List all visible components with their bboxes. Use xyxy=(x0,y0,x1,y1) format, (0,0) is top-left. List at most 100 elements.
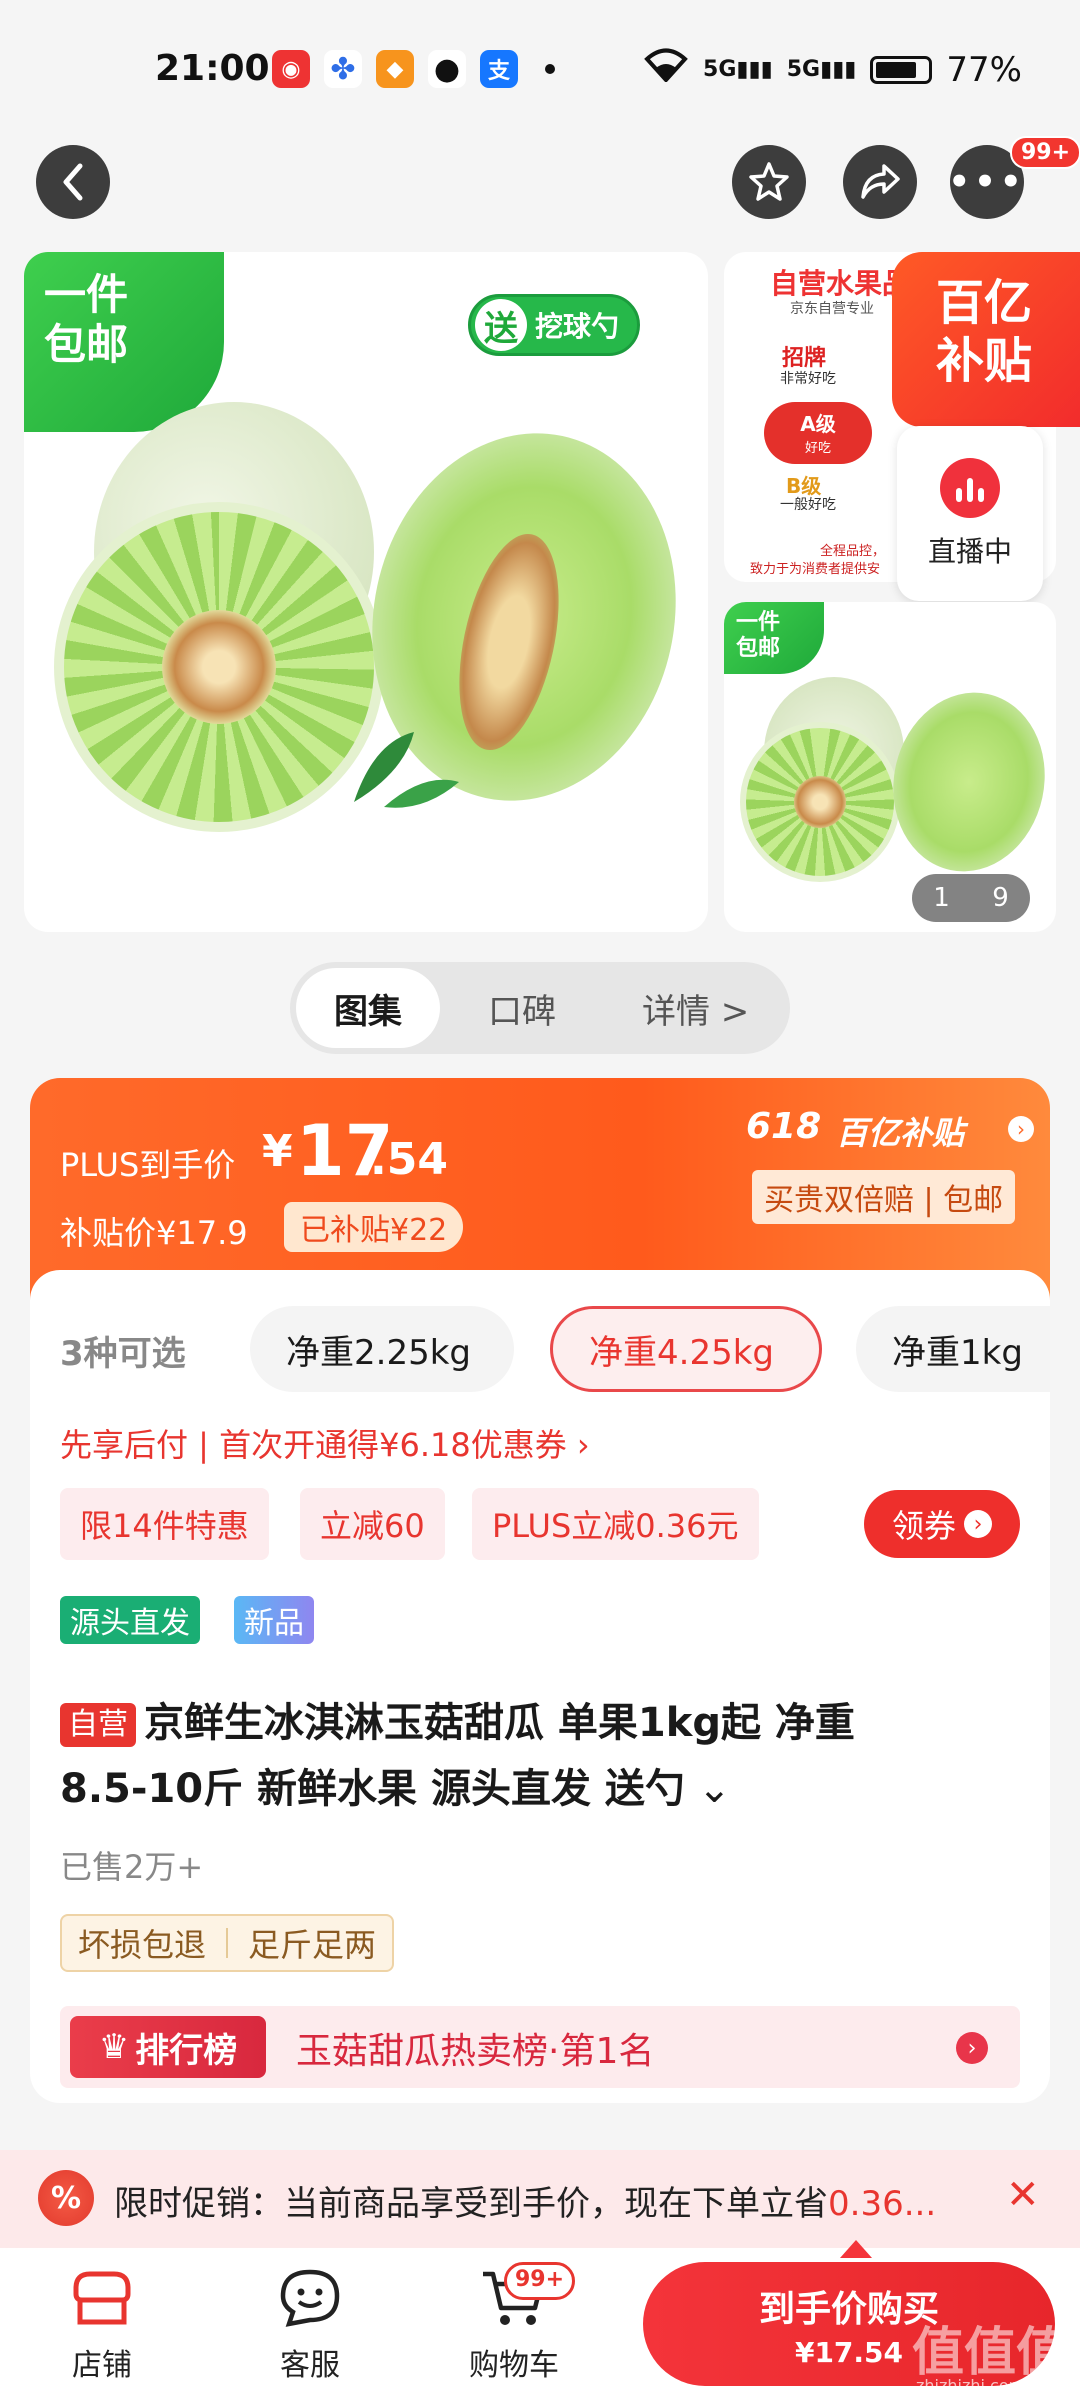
free-shipping-line1: 一件 xyxy=(44,270,129,319)
options-count: 3种可选 xyxy=(60,1334,186,1374)
gift-badge: 送 挖球勺 xyxy=(468,294,641,356)
gift-badge-text: 挖球勺 xyxy=(535,310,620,343)
signal-5g-2: 5G▮▮▮ xyxy=(786,57,857,82)
thumbnail-shipping-tag: 一件 包邮 xyxy=(724,602,824,674)
promo-bar-prefix: 限时促销：当前商品享受到手价，现在下单立省 xyxy=(114,2184,828,2224)
shop-icon xyxy=(73,2271,131,2325)
thumbnail-tag-line2: 包邮 xyxy=(736,636,781,661)
app-orange-icon: ◆ xyxy=(376,50,414,88)
cart-badge: 99+ xyxy=(504,2262,576,2300)
service-divider xyxy=(226,1928,229,1958)
grade-3-sub: 一般好吃 xyxy=(780,497,836,513)
ranking-label: 排行榜 xyxy=(135,2030,238,2071)
wifi-icon xyxy=(643,48,689,91)
buy-price: ¥17.54 xyxy=(794,2335,904,2369)
ranking-text: 玉菇甜瓜热卖榜·第1名 xyxy=(296,2031,655,2072)
chevron-right-icon: › xyxy=(964,1510,992,1538)
pay-later-link[interactable]: 先享后付 | 首次开通得¥6.18优惠券 › xyxy=(60,1420,590,1466)
service-return: 坏损包退 xyxy=(78,1926,207,1964)
option-4-25kg[interactable]: 净重4.25kg xyxy=(550,1306,822,1392)
option-1kg[interactable]: 净重1kg xyxy=(856,1306,1050,1392)
status-time: 21:00 xyxy=(155,48,270,89)
wechat-icon: ● xyxy=(428,50,466,88)
free-shipping-tag: 一件 包邮 xyxy=(24,252,224,432)
chat-icon xyxy=(280,2269,340,2327)
promo-discount[interactable]: 立减60 xyxy=(300,1488,445,1560)
shop-button[interactable]: 店铺 xyxy=(32,2268,172,2384)
subsidized-badge: 已补贴¥22 xyxy=(284,1202,464,1252)
self-run-badge: 自营 xyxy=(60,1703,136,1747)
guarantee-badge: 买贵双倍赔 | 包邮 xyxy=(752,1170,1016,1224)
gift-badge-char: 送 xyxy=(475,299,527,351)
message-badge: 99+ xyxy=(1010,136,1080,169)
grade-footer-1: 全程品控， xyxy=(820,544,886,559)
promo-bar-text: 限时促销：当前商品享受到手价，现在下单立省0.36... xyxy=(114,2176,936,2225)
share-icon xyxy=(861,164,900,199)
product-title: 自营 京鲜生冰淇淋玉菇甜瓜 单果1kg起 净重 8.5-10斤 新鲜水果 源头直发… xyxy=(60,1690,1046,1822)
grade-2: A级 xyxy=(800,412,836,436)
star-icon xyxy=(749,162,789,201)
notification-dot xyxy=(545,64,555,74)
trophy-icon: ♛ xyxy=(98,2027,130,2067)
status-right: 5G▮▮▮ 5G▮▮▮ 77% xyxy=(643,48,1022,91)
subsidy-line1: 百亿 xyxy=(936,275,1033,331)
tag-source: 源头直发 xyxy=(60,1596,200,1644)
grade-subtitle: 京东自营专业 xyxy=(790,301,874,317)
watermark-domain: zhizhizhi.com xyxy=(916,2376,1025,2395)
price-currency: ¥ xyxy=(262,1126,293,1177)
battery-percent: 77% xyxy=(946,49,1022,90)
chevron-right-icon[interactable]: › xyxy=(1008,1116,1034,1142)
discount-icon: % xyxy=(38,2170,94,2226)
service-weight: 足斤足两 xyxy=(248,1926,377,1964)
thumbnail-tag-line1: 一件 xyxy=(736,610,781,635)
share-button[interactable] xyxy=(843,145,917,219)
service-label: 客服 xyxy=(280,2348,340,2383)
watermark-logo: 值值值 xyxy=(912,2323,1069,2383)
option-2-25kg[interactable]: 净重2.25kg xyxy=(250,1306,514,1392)
title-line1: 京鲜生冰淇淋玉菇甜瓜 单果1kg起 净重 xyxy=(144,1700,855,1746)
shop-label: 店铺 xyxy=(72,2348,132,2383)
customer-service-button[interactable]: 客服 xyxy=(240,2268,380,2384)
tab-reviews[interactable]: 口碑 xyxy=(488,968,556,1048)
baidu-icon: ✤ xyxy=(324,50,362,88)
coupon-button[interactable]: 领券 › xyxy=(864,1490,1020,1558)
melon-seeds xyxy=(162,610,276,724)
jd-icon: ◉ xyxy=(272,50,310,88)
chevron-right-icon[interactable]: › xyxy=(956,2032,988,2064)
cart-label: 购物车 xyxy=(469,2348,559,2383)
mint-leaf-icon xyxy=(344,722,464,812)
grade-footer-2: 致力于为消费者提供安 xyxy=(750,562,881,577)
event-brand: 百亿补贴 xyxy=(836,1114,965,1152)
back-button[interactable] xyxy=(36,145,110,219)
subsidy-line2: 补贴 xyxy=(936,333,1033,389)
favorite-button[interactable] xyxy=(732,145,806,219)
chevron-left-icon xyxy=(63,163,83,201)
thumbnail-melon[interactable]: 一件 包邮 1 9 xyxy=(724,602,1056,932)
promo-limited[interactable]: 限14件特惠 xyxy=(60,1488,269,1560)
subsidy-badge: 百亿 补贴 xyxy=(892,252,1080,427)
chevron-down-icon[interactable]: ⌄ xyxy=(685,1766,732,1812)
ranking-badge: ♛ 排行榜 xyxy=(70,2016,266,2078)
promo-bar-highlight: 0.36... xyxy=(828,2184,937,2224)
more-icon: ••• xyxy=(948,162,1026,202)
close-icon[interactable]: ✕ xyxy=(1006,2172,1040,2218)
price-decimal: .54 xyxy=(370,1134,448,1185)
grade-title: 自营水果品 xyxy=(770,267,911,300)
tag-new: 新品 xyxy=(234,1596,314,1644)
promo-plus[interactable]: PLUS立减0.36元 xyxy=(472,1488,759,1560)
live-button[interactable]: 直播中 xyxy=(897,426,1043,601)
page-total: 9 xyxy=(992,883,1009,913)
free-shipping-line2: 包邮 xyxy=(44,320,129,369)
battery-icon xyxy=(870,55,933,84)
main-product-image[interactable]: 一件 包邮 送 挖球勺 xyxy=(24,252,708,932)
buy-pointer xyxy=(840,2240,872,2258)
coupon-label: 领券 xyxy=(891,1507,956,1545)
event-618: 618 xyxy=(746,1106,822,1147)
service-tags[interactable]: 坏损包退 足斤足两 xyxy=(60,1914,395,1972)
thumb-melon-seeds xyxy=(794,776,846,828)
tab-details[interactable]: 详情 > xyxy=(642,968,749,1048)
product-info-panel xyxy=(30,1270,1050,2103)
tab-gallery[interactable]: 图集 xyxy=(296,968,440,1048)
live-label: 直播中 xyxy=(927,534,1012,568)
title-line2: 8.5-10斤 新鲜水果 源头直发 送勺 xyxy=(60,1766,685,1812)
